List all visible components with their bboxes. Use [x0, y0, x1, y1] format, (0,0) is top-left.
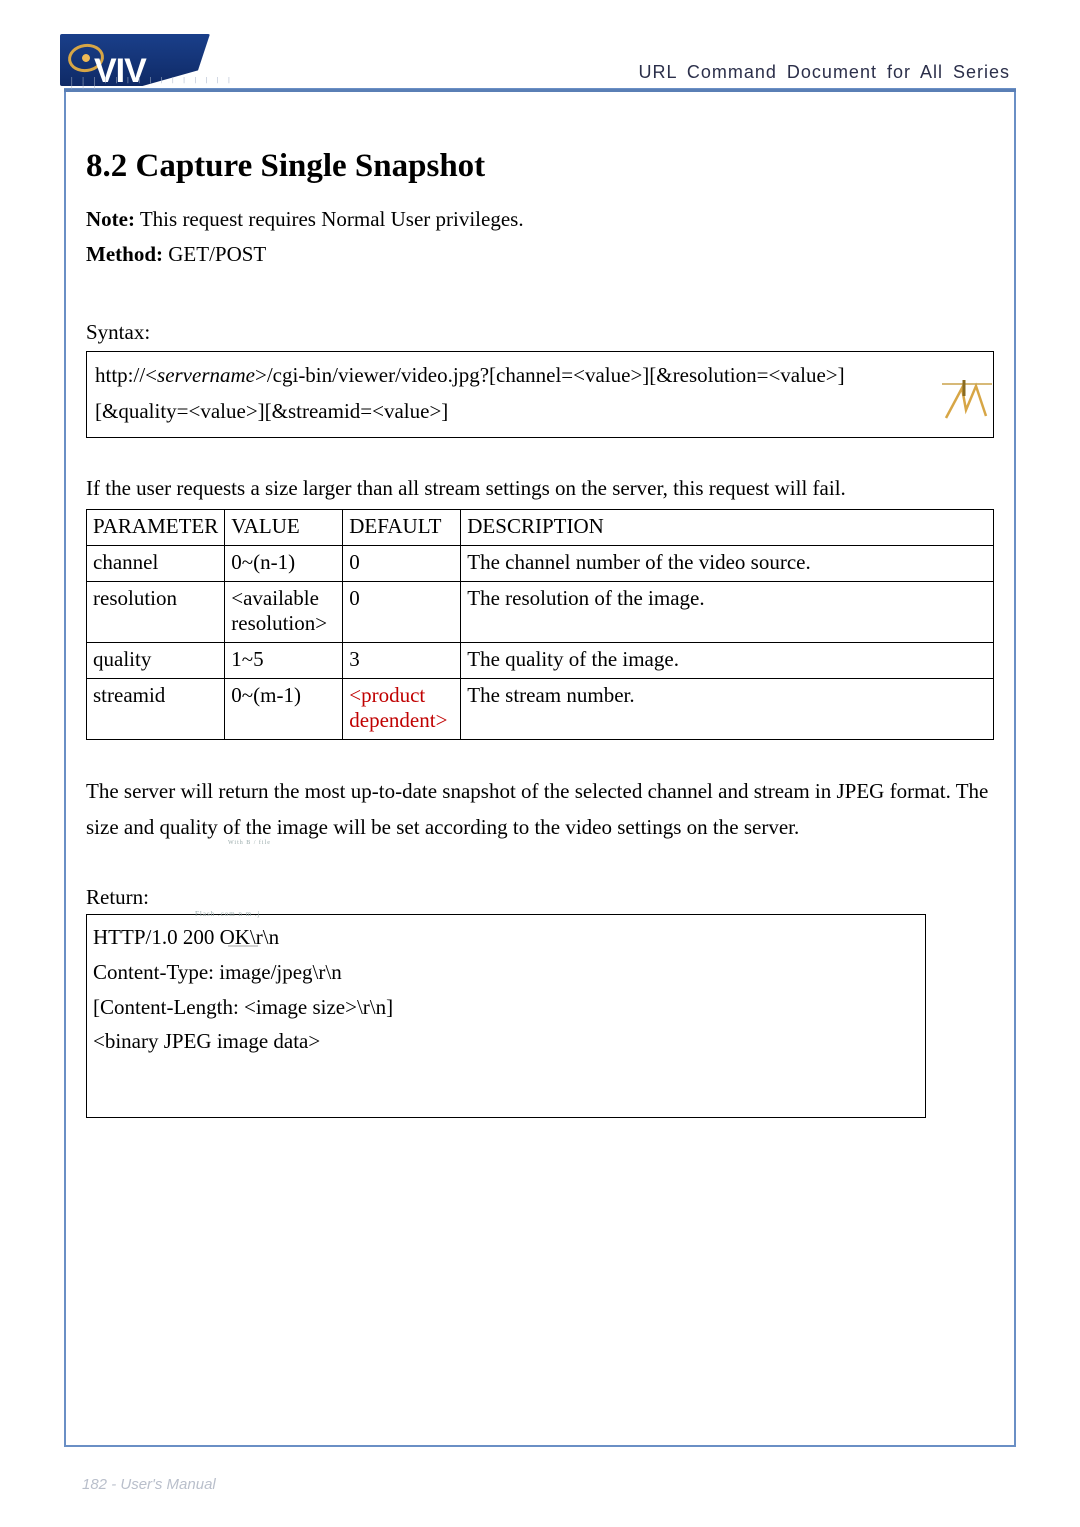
page-root: V With B / file Flash .com n m .j URL Co… [0, 0, 1080, 1527]
cell-default: 0 [343, 582, 461, 643]
note-text: This request requires Normal User privil… [135, 207, 524, 231]
cell-param: streamid [87, 679, 225, 740]
header-title: URL Command Document for All Series [639, 62, 1010, 83]
note-line: Note: This request requires Normal User … [86, 203, 994, 236]
syntax-1b: servername [157, 363, 255, 387]
return-line: HTTP/1.0 200 OK\r\n [93, 920, 919, 955]
table-header-row: PARAMETER VALUE DEFAULT DESCRIPTION [87, 510, 994, 546]
return-box: HTTP/1.0 200 OK\r\n Content-Type: image/… [86, 914, 926, 1118]
section-title: 8.2 Capture Single Snapshot [86, 148, 994, 185]
logo-stripes: | | | | | | | | | | | | | | | | | | [70, 78, 240, 90]
return-label: Return: [86, 885, 994, 910]
table-row: quality 1~5 3 The quality of the image. [87, 643, 994, 679]
table-row: channel 0~(n-1) 0 The channel number of … [87, 546, 994, 582]
body-paragraph: The server will return the most up-to-da… [86, 774, 994, 845]
table-row: resolution <available resolution> 0 The … [87, 582, 994, 643]
th-value: VALUE [225, 510, 343, 546]
note-label: Note: [86, 207, 135, 231]
content-frame: 8.2 Capture Single Snapshot Note: This r… [64, 88, 1016, 1447]
cell-param: quality [87, 643, 225, 679]
syntax-label: Syntax: [86, 320, 994, 345]
page-footer: 182 - User's Manual [82, 1476, 216, 1493]
th-default: DEFAULT [343, 510, 461, 546]
cell-param: resolution [87, 582, 225, 643]
th-parameter: PARAMETER [87, 510, 225, 546]
method-line: Method: GET/POST [86, 238, 994, 271]
content-area: 8.2 Capture Single Snapshot Note: This r… [86, 148, 994, 1425]
return-line: <binary JPEG image data> [93, 1024, 919, 1059]
cell-desc: The resolution of the image. [461, 582, 994, 643]
cell-desc: The channel number of the video source. [461, 546, 994, 582]
syntax-1a: http://< [95, 363, 157, 387]
syntax-line-1: http://<servername>/cgi-bin/viewer/video… [95, 358, 985, 394]
cell-default: 3 [343, 643, 461, 679]
cell-value: <available resolution> [225, 582, 343, 643]
method-text: GET/POST [163, 242, 266, 266]
intro-fail-text: If the user requests a size larger than … [86, 472, 994, 505]
cell-default: 0 [343, 546, 461, 582]
syntax-1c: >/cgi-bin/viewer/video.jpg?[channel=<val… [255, 363, 845, 387]
return-line: [Content-Length: <image size>\r\n] [93, 990, 919, 1025]
cell-param: channel [87, 546, 225, 582]
table-row: streamid 0~(m-1) <product dependent> The… [87, 679, 994, 740]
cell-default-red: <product dependent> [343, 679, 461, 740]
method-label: Method: [86, 242, 163, 266]
cell-value: 1~5 [225, 643, 343, 679]
syntax-box: http://<servername>/cgi-bin/viewer/video… [86, 351, 994, 438]
cell-desc: The quality of the image. [461, 643, 994, 679]
cell-value: 0~(m-1) [225, 679, 343, 740]
th-description: DESCRIPTION [461, 510, 994, 546]
cell-value: 0~(n-1) [225, 546, 343, 582]
parameter-table: PARAMETER VALUE DEFAULT DESCRIPTION chan… [86, 509, 994, 740]
return-line: Content-Type: image/jpeg\r\n [93, 955, 919, 990]
syntax-line-2: [&quality=<value>][&streamid=<value>] [95, 394, 985, 430]
cell-desc: The stream number. [461, 679, 994, 740]
brand-logo: VIV | | | | | | | | | | | | | | | | | | [60, 34, 240, 98]
